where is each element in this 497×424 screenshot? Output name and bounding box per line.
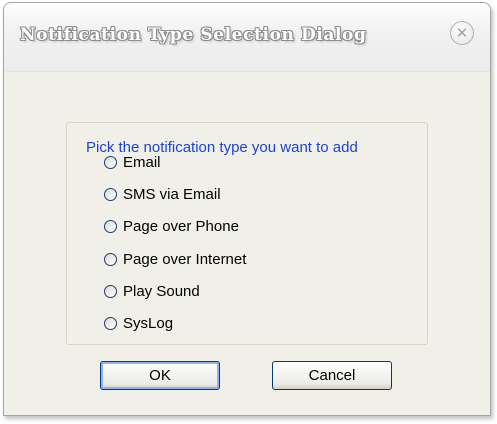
radio-sms-via-email[interactable] [104, 187, 117, 201]
option-page-over-internet-label: Page over Internet [123, 250, 247, 268]
title-bar[interactable]: Notification Type Selection Dialog ✕ [4, 3, 490, 72]
radio-syslog[interactable] [104, 316, 117, 330]
dialog-body: Pick the notification type you want to a… [4, 72, 490, 415]
option-sms-via-email[interactable]: SMS via Email [104, 183, 221, 205]
notification-type-dialog: Notification Type Selection Dialog ✕ Pic… [3, 2, 491, 416]
option-syslog[interactable]: SysLog [104, 312, 173, 334]
option-play-sound[interactable]: Play Sound [104, 280, 200, 302]
option-page-over-internet[interactable]: Page over Internet [104, 248, 246, 270]
close-icon: ✕ [455, 24, 469, 42]
radio-page-over-phone[interactable] [104, 219, 117, 233]
radio-play-sound[interactable] [104, 284, 117, 298]
close-button[interactable]: ✕ [450, 21, 474, 45]
radio-page-over-internet[interactable] [104, 252, 117, 266]
option-syslog-label: SysLog [123, 314, 174, 332]
cancel-button[interactable]: Cancel [272, 361, 392, 390]
ok-button[interactable]: OK [100, 361, 220, 390]
option-email-label: Email [123, 153, 161, 171]
option-page-over-phone[interactable]: Page over Phone [104, 215, 239, 237]
dialog-title: Notification Type Selection Dialog [20, 25, 367, 45]
option-play-sound-label: Play Sound [123, 282, 200, 300]
option-email[interactable]: Email [104, 151, 161, 173]
option-page-over-phone-label: Page over Phone [123, 217, 239, 235]
radio-email[interactable] [104, 155, 117, 169]
option-sms-via-email-label: SMS via Email [123, 185, 221, 203]
